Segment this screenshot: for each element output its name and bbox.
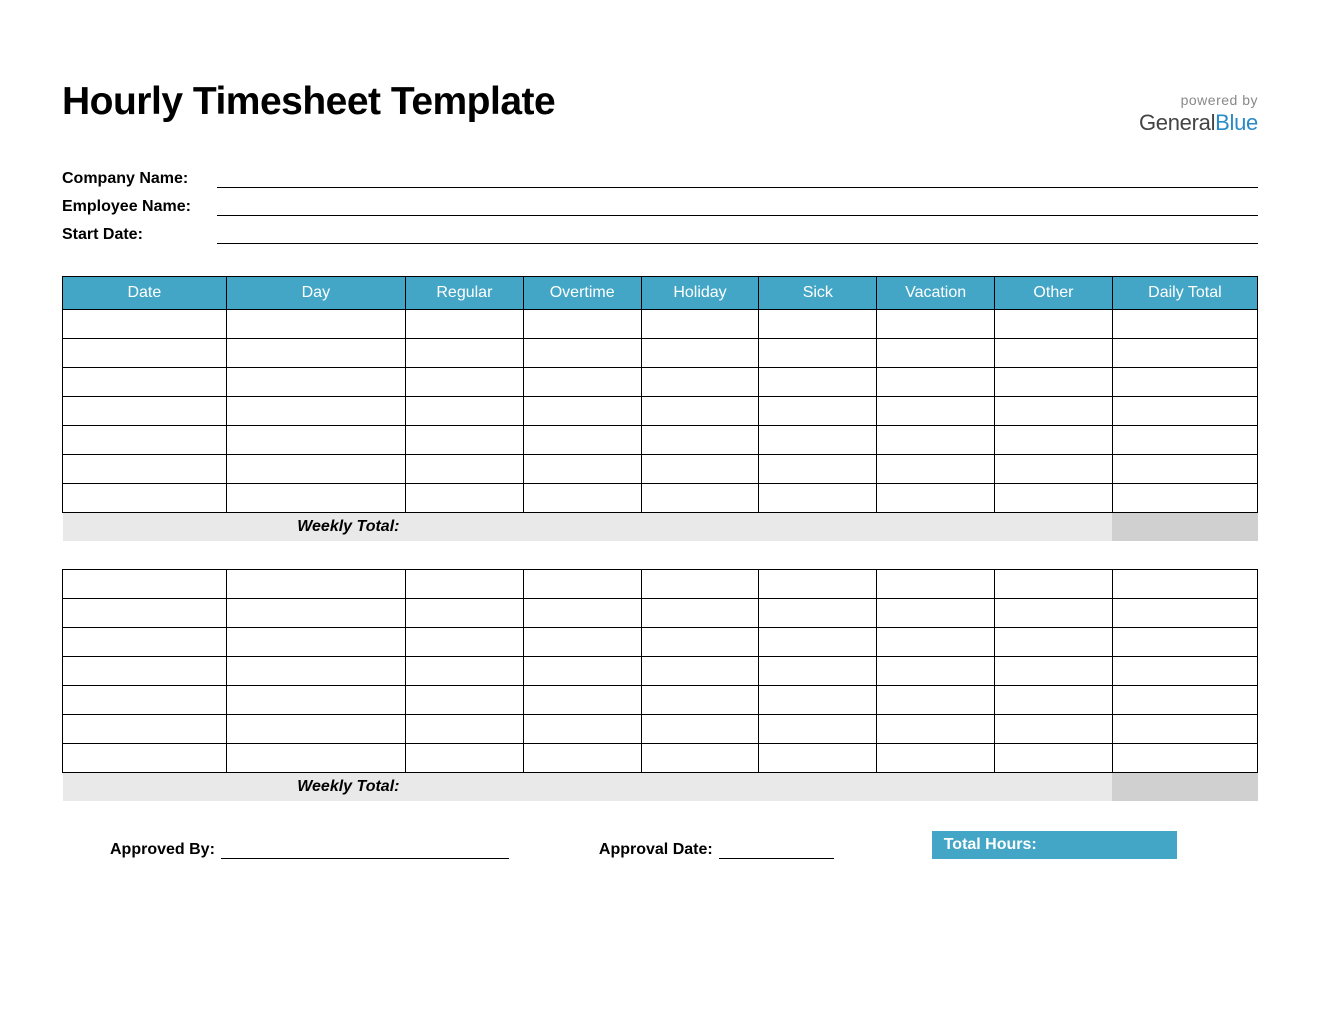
table-row[interactable] [63, 455, 1258, 484]
weekly-total-row: Weekly Total: [63, 513, 1258, 541]
table-row[interactable] [63, 598, 1258, 627]
company-name-field[interactable] [217, 166, 1258, 188]
table-row[interactable] [63, 397, 1258, 426]
powered-by-text: powered by [1139, 92, 1258, 108]
table-row[interactable] [63, 339, 1258, 368]
company-name-label: Company Name: [62, 170, 217, 188]
th-daily-total: Daily Total [1112, 277, 1257, 310]
brand-name-b: Blue [1215, 110, 1258, 135]
timesheet-week2: Weekly Total: [62, 569, 1258, 802]
weekly-total-label: Weekly Total: [63, 772, 406, 801]
table-row[interactable] [63, 368, 1258, 397]
weekly-total-row: Weekly Total: [63, 772, 1258, 801]
th-vacation: Vacation [877, 277, 995, 310]
weekly-total-value [1112, 513, 1257, 541]
approved-by-label: Approved By: [110, 841, 215, 859]
table-row[interactable] [63, 310, 1258, 339]
approved-by-field[interactable] [221, 839, 509, 859]
table-row[interactable] [63, 426, 1258, 455]
weekly-total-value [1112, 772, 1257, 801]
total-hours-label: Total Hours: [944, 836, 1037, 854]
timesheet-week1: Date Day Regular Overtime Holiday Sick V… [62, 276, 1258, 541]
table-row[interactable] [63, 484, 1258, 513]
table-row[interactable] [63, 714, 1258, 743]
th-regular: Regular [405, 277, 523, 310]
th-other: Other [995, 277, 1113, 310]
employee-name-label: Employee Name: [62, 198, 217, 216]
start-date-label: Start Date: [62, 226, 217, 244]
employee-name-field[interactable] [217, 194, 1258, 216]
brand-logo: powered by GeneralBlue [1139, 80, 1258, 136]
th-sick: Sick [759, 277, 877, 310]
weekly-total-label: Weekly Total: [63, 513, 406, 541]
table-row[interactable] [63, 569, 1258, 598]
approval-date-label: Approval Date: [599, 841, 713, 859]
th-overtime: Overtime [523, 277, 641, 310]
brand-name-a: General [1139, 110, 1215, 135]
start-date-field[interactable] [217, 222, 1258, 244]
th-date: Date [63, 277, 227, 310]
approval-date-field[interactable] [719, 839, 834, 859]
table-row[interactable] [63, 656, 1258, 685]
table-row[interactable] [63, 627, 1258, 656]
table-row[interactable] [63, 743, 1258, 772]
th-holiday: Holiday [641, 277, 759, 310]
table-row[interactable] [63, 685, 1258, 714]
total-hours-box: Total Hours: [932, 831, 1177, 859]
page-title: Hourly Timesheet Template [62, 80, 555, 124]
th-day: Day [226, 277, 405, 310]
